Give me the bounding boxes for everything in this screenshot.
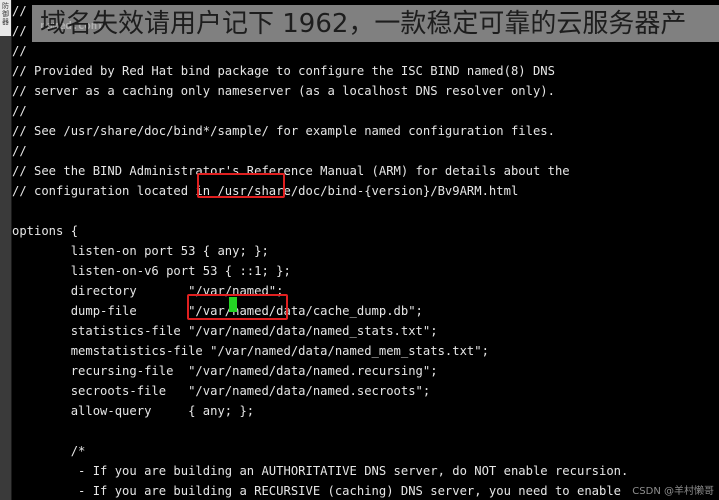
code-line: /* (12, 444, 86, 458)
side-watermark-char-3: 器 (2, 18, 9, 26)
code-line: // (12, 44, 27, 58)
code-line: // See the BIND Administrator's Referenc… (12, 164, 570, 178)
code-line: directory "/var/named"; (12, 284, 284, 298)
terminal-cursor-block (229, 297, 237, 312)
side-watermark-char-1: 防 (2, 2, 9, 10)
promo-banner-text: 域名失效请用户记下 1962，一款稳定可靠的云服务器产 (40, 9, 687, 39)
code-line: listen-on-v6 port 53 { ::1; }; (12, 264, 291, 278)
editor-gutter (0, 0, 12, 500)
code-line: dump-file "/var/named/data/cache_dump.db… (12, 304, 423, 318)
code-line: // (12, 104, 27, 118)
code-line: recursing-file "/var/named/data/named.re… (12, 364, 438, 378)
code-line: // (12, 144, 27, 158)
code-line: memstatistics-file "/var/named/data/name… (12, 344, 489, 358)
csdn-watermark: CSDN @羊村懒哥 (632, 486, 714, 497)
code-line: // server as a caching only nameserver (… (12, 84, 555, 98)
code-line: - If you are building a RECURSIVE (cachi… (12, 484, 622, 498)
side-watermark-char-2: 御 (2, 10, 9, 18)
screenshot-root: 防 御 器 // // // // Provided by Red Hat bind … (0, 0, 719, 500)
code-line: - If you are building an AUTHORITATIVE D… (12, 464, 629, 478)
code-line: // See /usr/share/doc/bind*/sample/ for … (12, 124, 555, 138)
code-line: options { (12, 224, 79, 238)
side-watermark-panel: 防 御 器 (0, 0, 11, 36)
code-line: secroots-file "/var/named/data/named.sec… (12, 384, 431, 398)
code-line: statistics-file "/var/named/data/named_s… (12, 324, 438, 338)
code-editor-content[interactable]: // // // // Provided by Red Hat bind packag… (12, 0, 719, 500)
code-line: allow-query { any; }; (12, 404, 255, 418)
promo-banner-overlay: 域名失效请用户记下 1962，一款稳定可靠的云服务器产 (32, 5, 719, 42)
code-line: // Provided by Red Hat bind package to c… (12, 64, 555, 78)
code-line: listen-on port 53 { any; }; (12, 244, 269, 258)
code-line: // configuration located in /usr/share/d… (12, 184, 519, 198)
